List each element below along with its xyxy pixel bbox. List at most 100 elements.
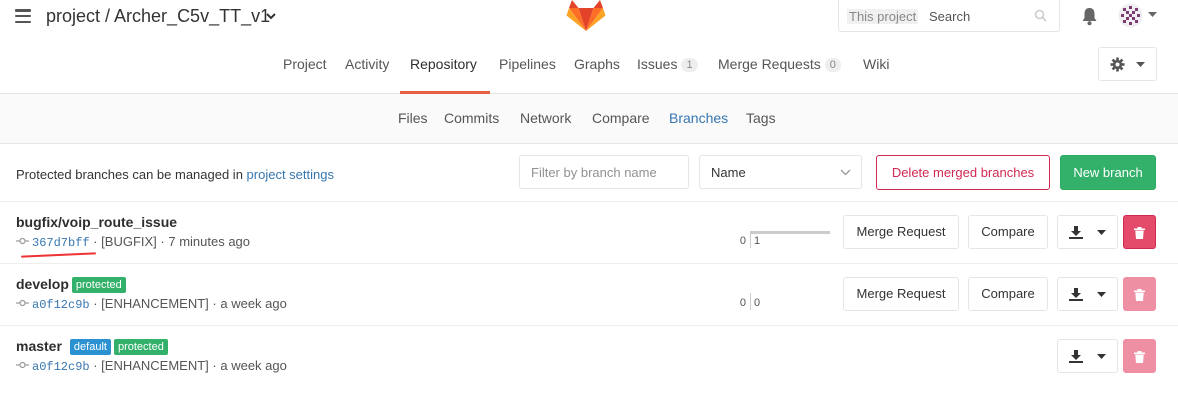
search-input[interactable]: Search bbox=[929, 9, 970, 24]
tab-issues-label: Issues bbox=[637, 56, 678, 72]
delete-branch-button[interactable] bbox=[1123, 277, 1156, 311]
project-path-title[interactable]: project / Archer_C5v_TT_v1 bbox=[46, 6, 270, 27]
chevron-down-icon bbox=[1096, 353, 1106, 359]
compare-button[interactable]: Compare bbox=[968, 215, 1048, 249]
divergence-separator bbox=[750, 293, 751, 310]
subtab-compare[interactable]: Compare bbox=[592, 110, 650, 126]
branch-name[interactable]: develop protected bbox=[16, 276, 126, 293]
search-scope-badge: This project bbox=[847, 9, 919, 24]
project-settings-link[interactable]: project settings bbox=[247, 167, 334, 182]
chevron-down-icon bbox=[840, 169, 851, 176]
branch-row: bugfix/voip_route_issue 367d7bff · [BUGF… bbox=[0, 201, 1178, 263]
chevron-down-icon bbox=[1096, 229, 1106, 235]
merge-request-button[interactable]: Merge Request bbox=[843, 277, 959, 311]
commit-sha-link[interactable]: a0f12c9b bbox=[32, 298, 90, 312]
merge-request-button[interactable]: Merge Request bbox=[843, 215, 959, 249]
chevron-down-icon bbox=[1136, 62, 1145, 67]
download-icon bbox=[1069, 350, 1084, 364]
commits-ahead-count: 0 bbox=[754, 297, 761, 309]
default-label: default bbox=[69, 339, 111, 355]
protected-branches-info: Protected branches can be managed in pro… bbox=[16, 167, 334, 182]
tab-activity[interactable]: Activity bbox=[345, 56, 389, 72]
search-box[interactable]: This project Search bbox=[838, 0, 1060, 32]
merge-requests-count-badge: 0 bbox=[824, 58, 841, 72]
tab-merge-requests[interactable]: Merge Requests 0 bbox=[718, 56, 841, 72]
separator-dot: · bbox=[208, 358, 221, 373]
settings-dropdown-button[interactable] bbox=[1098, 47, 1157, 81]
commit-message[interactable]: [BUGFIX] bbox=[101, 234, 157, 249]
branch-row: develop protected a0f12c9b · [ENHANCEMENT… bbox=[0, 263, 1178, 325]
project-nav: Project Activity Repository Pipelines Gr… bbox=[0, 36, 1178, 94]
chevron-down-icon bbox=[1096, 291, 1106, 297]
commit-sha-link[interactable]: 367d7bff bbox=[32, 236, 90, 250]
issues-count-badge: 1 bbox=[681, 58, 698, 72]
commit-time: a week ago bbox=[220, 358, 287, 373]
subtab-branches[interactable]: Branches bbox=[669, 110, 728, 126]
separator-dot: · bbox=[89, 296, 102, 311]
commit-time: 7 minutes ago bbox=[168, 234, 251, 249]
chevron-down-icon[interactable] bbox=[265, 10, 277, 22]
delete-branch-button[interactable] bbox=[1123, 339, 1156, 373]
commit-icon bbox=[16, 361, 29, 369]
branch-row: master default protected a0f12c9b · [ENHAN… bbox=[0, 325, 1178, 387]
commit-icon bbox=[16, 237, 29, 245]
commits-ahead-bar bbox=[751, 231, 830, 234]
hamburger-icon[interactable] bbox=[15, 9, 31, 24]
protected-label: protected bbox=[113, 339, 168, 355]
sort-select[interactable]: Name bbox=[699, 155, 862, 189]
protected-label: protected bbox=[71, 277, 126, 293]
branch-name-text: develop bbox=[16, 276, 69, 292]
new-branch-button[interactable]: New branch bbox=[1060, 155, 1156, 190]
commit-message[interactable]: [ENHANCEMENT] bbox=[101, 358, 209, 373]
divergence-graph: 0 0 bbox=[730, 280, 830, 310]
commits-behind-count: 0 bbox=[739, 235, 746, 247]
avatar[interactable] bbox=[1118, 3, 1143, 28]
search-icon bbox=[1034, 9, 1047, 22]
delete-merged-branches-button[interactable]: Delete merged branches bbox=[876, 155, 1050, 190]
tab-project[interactable]: Project bbox=[283, 56, 327, 72]
chevron-down-icon[interactable] bbox=[1148, 12, 1157, 18]
tab-graphs[interactable]: Graphs bbox=[574, 56, 620, 72]
sort-select-value: Name bbox=[711, 165, 746, 180]
branch-name-text: master bbox=[16, 338, 62, 354]
tab-merge-requests-label: Merge Requests bbox=[718, 56, 821, 72]
gitlab-logo[interactable] bbox=[566, 0, 606, 32]
bell-icon[interactable] bbox=[1080, 7, 1099, 26]
branch-name[interactable]: master default protected bbox=[16, 338, 168, 355]
separator-dot: · bbox=[156, 234, 169, 249]
tab-pipelines[interactable]: Pipelines bbox=[499, 56, 556, 72]
subtab-commits[interactable]: Commits bbox=[444, 110, 499, 126]
commits-ahead-count: 1 bbox=[754, 235, 761, 247]
subtab-tags[interactable]: Tags bbox=[746, 110, 776, 126]
separator-dot: · bbox=[208, 296, 221, 311]
tab-wiki[interactable]: Wiki bbox=[863, 56, 889, 72]
branch-filter-input[interactable]: Filter by branch name bbox=[519, 155, 689, 189]
download-dropdown-button[interactable] bbox=[1057, 277, 1118, 311]
commits-behind-count: 0 bbox=[739, 297, 746, 309]
download-dropdown-button[interactable] bbox=[1057, 215, 1118, 249]
tab-repository[interactable]: Repository bbox=[410, 56, 477, 72]
commit-info: 367d7bff · [BUGFIX] · 7 minutes ago bbox=[16, 234, 250, 250]
separator-dot: · bbox=[89, 358, 102, 373]
separator-dot: · bbox=[89, 234, 102, 249]
red-annotation-underline bbox=[20, 252, 97, 258]
divergence-graph: 0 1 bbox=[730, 218, 830, 248]
trash-icon bbox=[1134, 226, 1145, 239]
subtab-network[interactable]: Network bbox=[520, 110, 571, 126]
subtab-files[interactable]: Files bbox=[398, 110, 428, 126]
commit-sha-link[interactable]: a0f12c9b bbox=[32, 360, 90, 374]
commit-info: a0f12c9b · [ENHANCEMENT] · a week ago bbox=[16, 296, 287, 312]
branch-name[interactable]: bugfix/voip_route_issue bbox=[16, 214, 177, 230]
trash-icon bbox=[1134, 350, 1145, 363]
protected-info-text: Protected branches can be managed in bbox=[16, 167, 247, 182]
trash-icon bbox=[1134, 288, 1145, 301]
gear-icon bbox=[1110, 57, 1125, 72]
compare-button[interactable]: Compare bbox=[968, 277, 1048, 311]
delete-branch-button[interactable] bbox=[1123, 215, 1156, 249]
top-header: project / Archer_C5v_TT_v1 This project … bbox=[0, 0, 1178, 36]
download-dropdown-button[interactable] bbox=[1057, 339, 1118, 373]
commit-message[interactable]: [ENHANCEMENT] bbox=[101, 296, 209, 311]
tab-issues[interactable]: Issues 1 bbox=[637, 56, 698, 72]
commit-info: a0f12c9b · [ENHANCEMENT] · a week ago bbox=[16, 358, 287, 374]
branch-name-text: bugfix/voip_route_issue bbox=[16, 214, 178, 230]
